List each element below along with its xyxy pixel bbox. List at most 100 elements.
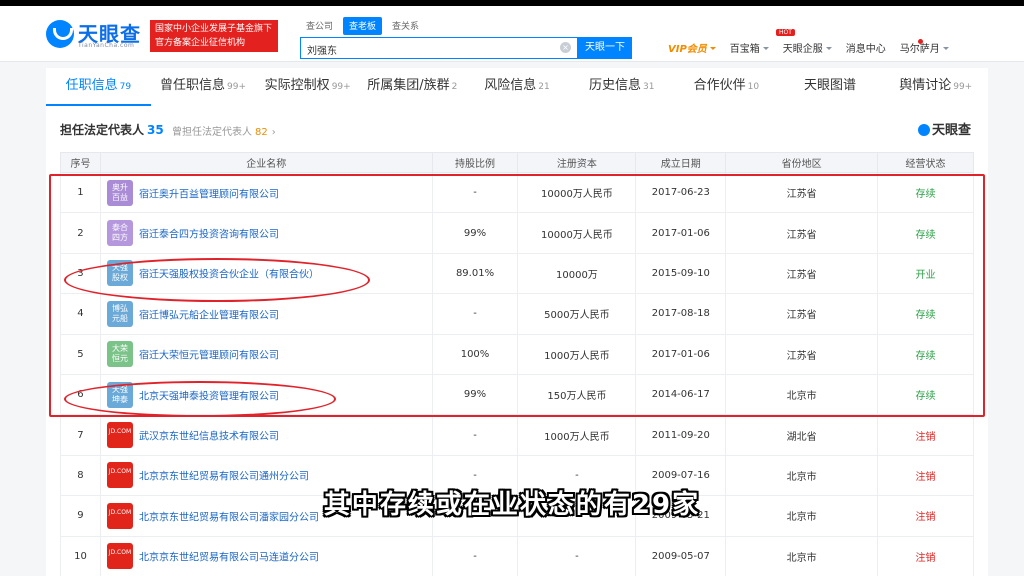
section-title-label: 担任法定代表人 xyxy=(60,123,145,137)
nav-user[interactable]: 马尔萨月 xyxy=(900,40,949,55)
nav-services-label: 天眼企服 xyxy=(782,44,823,55)
col-header: 序号 xyxy=(60,152,101,173)
gov-badge-line1: 国家中小企业发展子基金旗下 xyxy=(155,24,273,34)
chevron-down-icon xyxy=(825,47,832,53)
company-logo: JD.COM xyxy=(106,422,133,449)
tab-label: 所属集团/族群 xyxy=(367,78,450,93)
former-legal-rep-label: 曾担任法定代表人 xyxy=(172,127,252,138)
nav-vip-label: VIP会员 xyxy=(668,44,707,55)
tab-actual-control[interactable]: 实际控制权 99+ xyxy=(255,68,360,106)
tab-count: 31 xyxy=(642,82,655,92)
nav-messages-label: 消息中心 xyxy=(845,44,886,55)
tab-label: 实际控制权 xyxy=(264,78,330,93)
tab-label: 合作伙伴 xyxy=(693,78,746,93)
registered-capital: 1000万人民币 xyxy=(517,414,637,456)
eye-logo-icon xyxy=(46,20,74,48)
table-row[interactable]: 7 JD.COM 武汉京东世纪信息技术有限公司 -1000万人民币 2011-09-20… xyxy=(60,414,974,456)
tab-graph[interactable]: 天眼图谱 xyxy=(779,68,884,106)
tab-relation[interactable]: 查关系 xyxy=(386,17,425,35)
tab-partners[interactable]: 合作伙伴 10 xyxy=(674,68,779,106)
company-cell: JD.COM 北京京东世纪贸易有限公司马连道分公司 xyxy=(99,535,433,576)
info-tabbar: 任职信息 79 曾任职信息 99+ 实际控制权 99+ 所属集团/族群 2 风险信息 21… xyxy=(46,68,988,106)
search-input[interactable]: 刘强东 xyxy=(300,37,578,59)
chevron-down-icon xyxy=(762,47,769,53)
tab-history[interactable]: 历史信息 31 xyxy=(569,68,674,106)
nav-services[interactable]: 天眼企服 xyxy=(783,40,832,55)
tab-count: 79 xyxy=(119,82,132,92)
tab-count: 99+ xyxy=(953,82,973,92)
search-button[interactable]: 天眼一下 xyxy=(578,37,632,59)
nav-user-label: 马尔萨月 xyxy=(899,44,940,55)
company-name-link[interactable]: 北京京东世纪贸易有限公司马连道分公司 xyxy=(139,553,319,564)
business-status: 注销 xyxy=(877,414,974,456)
gov-badge-line2: 官方备案企业征信机构 xyxy=(155,38,246,48)
notification-dot-icon xyxy=(918,39,923,44)
table-header-row: 序号 企业名称 持股比例 注册资本 成立日期 省份地区 经营状态 xyxy=(60,152,974,173)
row-index: 10 xyxy=(60,535,101,576)
video-subtitle: 其中存续或在业状态的有29家 xyxy=(323,490,701,520)
table-row[interactable]: 10 JD.COM 北京京东世纪贸易有限公司马连道分公司 - -2009-05-07 北京… xyxy=(60,535,974,576)
highlight-ellipse-row3 xyxy=(64,258,370,302)
tab-label: 任职信息 xyxy=(65,78,118,93)
company-name-link[interactable]: 北京京东世纪贸易有限公司通州分公司 xyxy=(139,472,309,483)
company-cell: JD.COM 武汉京东世纪信息技术有限公司 xyxy=(99,414,433,456)
eye-logo-icon xyxy=(918,124,930,136)
highlight-ellipse-row6 xyxy=(64,381,336,417)
col-header: 企业名称 xyxy=(99,152,433,173)
established-date: 2009-05-07 xyxy=(635,535,727,576)
col-header: 注册资本 xyxy=(517,152,637,173)
tab-count: 21 xyxy=(538,82,550,92)
nav-messages[interactable]: 消息中心 xyxy=(846,40,886,55)
region: 北京市 xyxy=(725,535,879,576)
hot-badge: HOT xyxy=(776,29,795,36)
chevron-down-icon xyxy=(709,47,716,53)
established-date: 2011-09-20 xyxy=(635,414,727,456)
region: 湖北省 xyxy=(725,414,879,456)
tab-label: 风险信息 xyxy=(484,78,537,93)
col-header: 成立日期 xyxy=(635,152,727,173)
tab-count: 99+ xyxy=(227,82,247,92)
tab-risk[interactable]: 风险信息 21 xyxy=(465,68,570,106)
tab-company[interactable]: 查公司 xyxy=(300,17,339,35)
tab-boss[interactable]: 查老板 xyxy=(343,17,383,35)
tab-count: 2 xyxy=(451,82,458,92)
tab-count: 10 xyxy=(747,82,760,92)
nav-toolbox-label: 百宝箱 xyxy=(729,44,760,55)
tab-former-positions[interactable]: 曾任职信息 99+ xyxy=(151,68,256,106)
row-index: 7 xyxy=(60,414,101,456)
tab-group[interactable]: 所属集团/族群 2 xyxy=(360,68,465,106)
nav-toolbox[interactable]: 百宝箱 xyxy=(730,40,769,55)
clear-icon[interactable]: × xyxy=(560,42,571,53)
tab-label: 历史信息 xyxy=(588,78,641,93)
col-header: 持股比例 xyxy=(431,152,519,173)
tab-count: 99+ xyxy=(331,82,351,92)
logo-subtext: TianYanCha.com xyxy=(78,42,135,49)
nav-vip[interactable]: VIP会员 xyxy=(668,40,716,55)
chevron-down-icon xyxy=(942,47,949,53)
tab-current-positions[interactable]: 任职信息 79 xyxy=(46,68,151,106)
tab-label: 舆情讨论 xyxy=(899,78,952,93)
tab-opinion[interactable]: 舆情讨论 99+ xyxy=(883,68,988,106)
chevron-right-icon: › xyxy=(271,127,276,138)
site-logo[interactable]: 天眼查 TianYanCha.com xyxy=(46,18,142,52)
former-legal-rep-count: 82 xyxy=(255,127,268,138)
company-logo: JD.COM xyxy=(106,543,133,570)
col-header: 省份地区 xyxy=(725,152,879,173)
former-legal-rep-link[interactable]: 曾担任法定代表人 82 › xyxy=(172,123,276,138)
search-type-tabs: 查公司 查老板 查关系 xyxy=(300,17,425,35)
section-title: 担任法定代表人 35 xyxy=(60,121,164,138)
registered-capital: - xyxy=(517,535,637,576)
gov-badge: 国家中小企业发展子基金旗下 官方备案企业征信机构 xyxy=(150,20,278,52)
share-ratio: - xyxy=(431,414,519,456)
app-window: 天眼查 TianYanCha.com 国家中小企业发展子基金旗下 官方备案企业征… xyxy=(0,6,1024,576)
section-count: 35 xyxy=(147,123,164,137)
share-ratio: - xyxy=(431,535,519,576)
business-status: 注销 xyxy=(877,535,974,576)
company-name-link[interactable]: 武汉京东世纪信息技术有限公司 xyxy=(139,432,279,443)
col-header: 经营状态 xyxy=(877,152,974,173)
watermark-brand: 天眼查 xyxy=(918,119,971,138)
tab-label: 曾任职信息 xyxy=(160,78,226,93)
top-header: 天眼查 TianYanCha.com 国家中小企业发展子基金旗下 官方备案企业征… xyxy=(0,6,1024,62)
brand-text: 天眼查 xyxy=(932,123,972,138)
tab-label: 天眼图谱 xyxy=(804,78,857,93)
